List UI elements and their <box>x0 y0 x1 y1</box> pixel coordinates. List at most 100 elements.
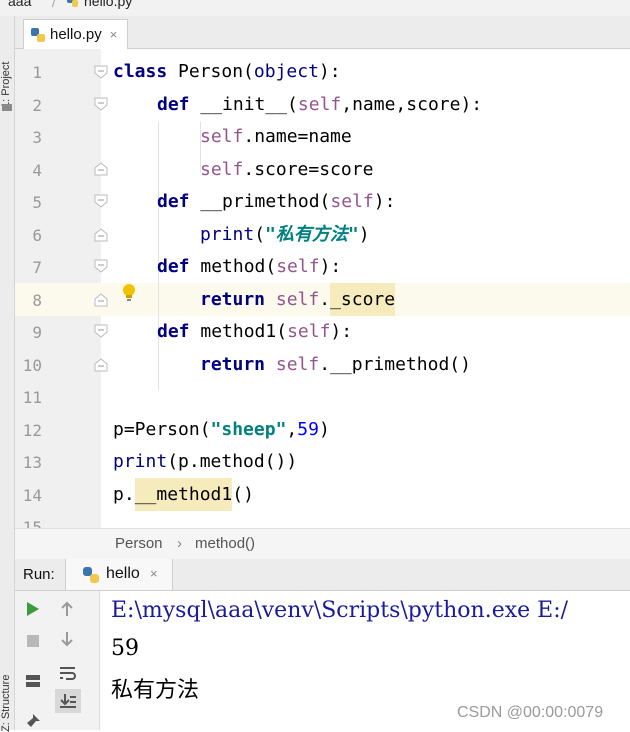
fold-end-icon[interactable] <box>94 162 108 176</box>
code-text: Person( <box>167 61 254 82</box>
breadcrumb-separator: › <box>177 535 182 552</box>
self-keyword: self <box>276 256 320 277</box>
line-number: 2 <box>32 96 42 115</box>
code-text: () <box>232 484 254 505</box>
code-text: __init__( <box>189 94 298 115</box>
arrow-down-icon[interactable] <box>59 631 75 647</box>
builtin-name: object <box>253 61 319 82</box>
code-text: ) <box>318 419 330 440</box>
string-literal: "sheep" <box>210 419 287 440</box>
code-line-5: def __primethod(self): <box>157 192 395 212</box>
code-text: p=Person( <box>113 419 211 440</box>
code-line-14: p.__method1() <box>113 478 254 511</box>
line-number: 6 <box>32 226 42 245</box>
self-keyword: self <box>297 94 342 115</box>
code-line-3: self.name=name <box>200 127 352 147</box>
tab-hello-py[interactable]: hello.py × <box>23 19 129 49</box>
keyword: def <box>157 321 190 342</box>
code-line-13: print(p.method()) <box>113 452 297 472</box>
run-tab-hello[interactable]: hello × <box>65 559 173 590</box>
code-text: ) <box>358 224 370 245</box>
console-line-output: 59 <box>111 636 139 661</box>
code-text: ): <box>330 321 353 342</box>
left-tool-strip: 1: Project Z: Structure <box>0 16 15 732</box>
keyword: def <box>157 94 190 115</box>
close-icon[interactable]: × <box>150 566 158 581</box>
structure-tool-button[interactable]: Z: Structure <box>0 675 12 732</box>
builtin-name: print <box>200 224 255 245</box>
code-text: ,name,score): <box>341 94 483 115</box>
code-line-6: print("私有方法") <box>200 225 370 245</box>
code-text: , <box>286 419 298 440</box>
navigation-bar: aaa / hello.py <box>0 0 630 17</box>
code-line-12: p=Person("sheep",59) <box>113 420 330 440</box>
line-number: 1 <box>32 63 42 82</box>
highlighted-identifier[interactable]: __method1 <box>134 478 233 511</box>
code-text: p. <box>113 484 135 505</box>
fold-open-icon[interactable] <box>94 259 108 273</box>
soft-wrap-icon[interactable] <box>59 665 77 681</box>
tab-label: hello.py <box>50 26 102 43</box>
code-text: ): <box>318 61 341 82</box>
fold-open-icon[interactable] <box>94 324 108 338</box>
keyword: def <box>157 256 190 277</box>
layout-icon[interactable] <box>25 673 41 689</box>
self-keyword: self <box>200 159 244 180</box>
nav-separator: / <box>52 0 56 10</box>
python-icon <box>83 567 99 583</box>
line-number: 14 <box>22 486 42 505</box>
fold-end-icon[interactable] <box>94 358 108 372</box>
keyword: class <box>113 61 168 82</box>
pin-icon[interactable] <box>25 713 41 729</box>
run-label: Run: <box>23 566 55 583</box>
console-line-output: 私有方法 <box>111 678 200 703</box>
breadcrumb-class[interactable]: Person <box>115 535 163 552</box>
code-line-1: class Person(object): <box>113 62 341 82</box>
line-number: 13 <box>22 453 42 472</box>
code-line-9: def method1(self): <box>157 322 352 342</box>
keyword: def <box>157 191 190 212</box>
line-number: 7 <box>32 258 42 277</box>
scroll-to-end-button[interactable] <box>55 689 81 713</box>
fold-end-icon[interactable] <box>94 293 108 307</box>
code-line-7: def method(self): <box>157 257 341 277</box>
code-text: ): <box>373 191 396 212</box>
fold-end-icon[interactable] <box>94 228 108 242</box>
line-number: 11 <box>22 388 42 407</box>
self-keyword: self <box>287 321 331 342</box>
breadcrumb-method[interactable]: method() <box>195 535 255 552</box>
code-line-4: self.score=score <box>200 160 373 180</box>
stop-icon[interactable] <box>25 633 41 649</box>
nav-crumb-file[interactable]: hello.py <box>84 0 132 9</box>
code-line-2: def __init__(self,name,score): <box>157 95 482 115</box>
run-toolbar <box>15 591 100 730</box>
fold-open-icon[interactable] <box>94 65 108 79</box>
self-keyword: self <box>275 289 320 310</box>
python-file-icon <box>31 27 45 42</box>
code-text: __primethod( <box>189 191 331 212</box>
highlighted-identifier[interactable]: _score <box>330 283 396 316</box>
nav-crumb-project[interactable]: aaa <box>8 0 31 9</box>
code-text: .name=name <box>243 126 352 147</box>
line-number: 3 <box>32 128 42 147</box>
code-text: (p.method()) <box>167 451 298 472</box>
run-icon[interactable] <box>25 601 41 617</box>
fold-open-icon[interactable] <box>94 194 108 208</box>
code-text: ): <box>319 256 342 277</box>
code-breadcrumbs: Person › method() <box>15 528 630 560</box>
editor-tab-bar: hello.py × <box>15 16 630 49</box>
fold-open-icon[interactable] <box>94 97 108 111</box>
close-icon[interactable]: × <box>110 27 118 42</box>
lightbulb-icon[interactable] <box>121 283 137 303</box>
number-literal: 59 <box>297 419 319 440</box>
folder-icon <box>2 104 12 111</box>
line-number: 10 <box>22 356 42 375</box>
code-text: . <box>319 289 331 310</box>
keyword: return <box>200 354 266 375</box>
string-literal: "私有方法" <box>265 224 359 245</box>
arrow-up-icon[interactable] <box>59 601 75 617</box>
console-line-command: E:\mysql\aaa\venv\Scripts\python.exe E:/ <box>111 598 569 623</box>
line-number: 8 <box>32 291 42 310</box>
scroll-to-end-icon <box>60 694 76 708</box>
